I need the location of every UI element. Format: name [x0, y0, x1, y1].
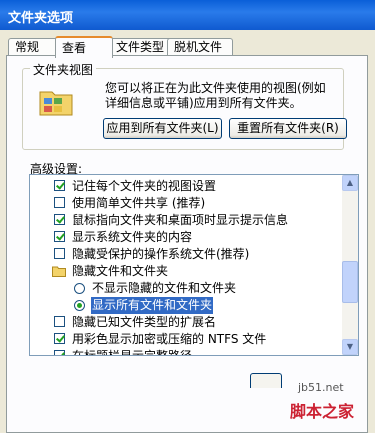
folder-icon	[52, 266, 66, 277]
checkbox[interactable]	[54, 197, 65, 208]
apply-to-all-folders-button[interactable]: 应用到所有文件夹(L)	[103, 118, 222, 139]
scrollbar-thumb[interactable]	[342, 261, 358, 303]
vertical-scrollbar[interactable]: ▲ ▼	[342, 175, 358, 355]
radio-button[interactable]	[74, 300, 85, 311]
scroll-down-icon[interactable]: ▼	[342, 339, 358, 355]
tab-file-types[interactable]: 文件类型	[109, 38, 175, 56]
folder-views-label: 文件夹视图	[30, 61, 97, 78]
checkbox[interactable]	[54, 333, 65, 344]
tab-view[interactable]: 查看	[55, 36, 113, 58]
title-bar: 文件夹选项	[0, 0, 375, 30]
tab-strip: 常规 查看 文件类型 脱机文件	[0, 36, 375, 58]
restore-defaults-button[interactable]	[250, 373, 282, 388]
checkbox[interactable]	[54, 180, 65, 191]
checkbox[interactable]	[54, 316, 65, 327]
advanced-settings-list[interactable]: 记住每个文件夹的视图设置 使用简单文件共享 (推荐) 鼠标指向文件夹和桌面项时显…	[29, 174, 359, 356]
tab-general[interactable]: 常规	[8, 38, 58, 56]
checkbox[interactable]	[54, 350, 65, 355]
folder-views-icon	[39, 91, 73, 116]
scroll-up-icon[interactable]: ▲	[342, 175, 358, 191]
tab-offline-files[interactable]: 脱机文件	[167, 38, 233, 56]
reset-all-folders-button[interactable]: 重置所有文件夹(R)	[229, 118, 347, 139]
watermark-name: 脚本之家	[290, 402, 355, 421]
checkbox[interactable]	[54, 214, 65, 225]
watermark-url: jb51.net	[298, 381, 344, 394]
window-title: 文件夹选项	[8, 11, 74, 26]
checkbox[interactable]	[54, 248, 65, 259]
radio-button[interactable]	[74, 283, 85, 294]
checkbox[interactable]	[54, 231, 65, 242]
folder-views-description: 您可以将正在为此文件夹使用的视图(例如详细信息或平铺)应用到所有文件夹。	[105, 81, 326, 110]
